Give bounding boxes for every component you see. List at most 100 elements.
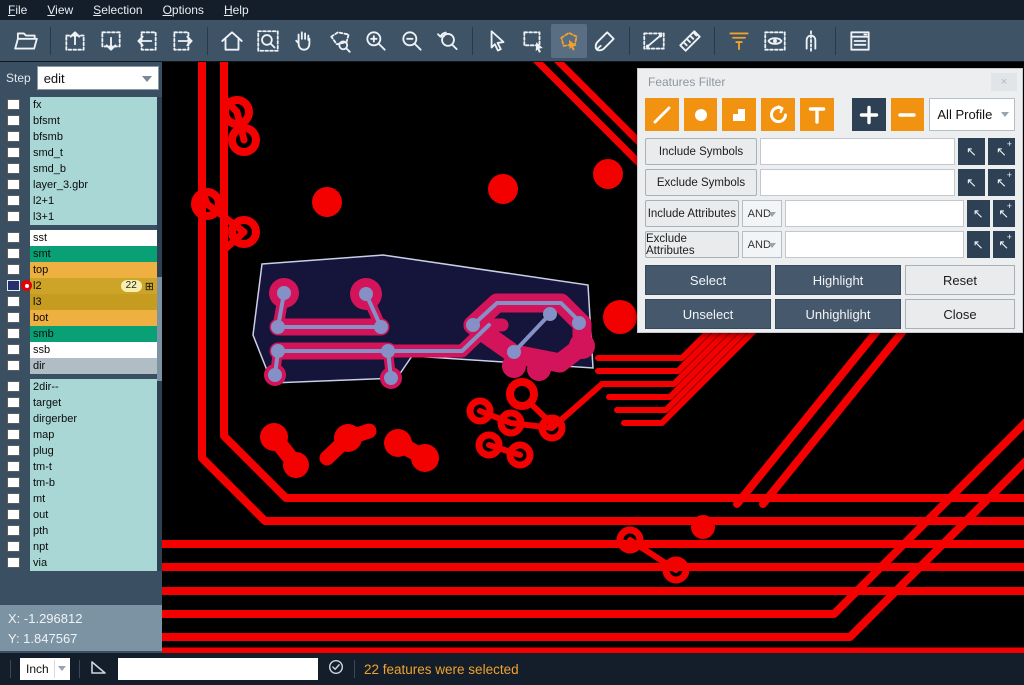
layer-name[interactable]: out — [30, 507, 157, 523]
layer-name[interactable]: l2 22 ⊞ — [30, 278, 157, 294]
layer-checkbox[interactable] — [7, 131, 20, 143]
move-view-down-icon[interactable] — [93, 24, 129, 58]
pick-add-symbol-button[interactable]: ↖+ — [988, 138, 1015, 165]
layer-row[interactable]: top — [0, 262, 162, 278]
exclude-attributes-input[interactable] — [785, 231, 964, 258]
layer-name[interactable]: via — [30, 555, 157, 571]
remove-mode-button[interactable] — [891, 98, 925, 131]
include-attributes-button[interactable]: Include Attributes — [645, 200, 739, 227]
home-view-icon[interactable] — [214, 24, 250, 58]
layer-checkbox[interactable] — [7, 413, 20, 425]
layer-checkbox[interactable] — [7, 115, 20, 127]
layer-list-scrollbar[interactable] — [157, 97, 162, 571]
layer-row[interactable]: smt — [0, 246, 162, 262]
zoom-polygon-icon[interactable] — [322, 24, 358, 58]
layer-name[interactable]: top — [30, 262, 157, 278]
layer-name[interactable]: bot — [30, 310, 157, 326]
layer-name[interactable]: target — [30, 395, 157, 411]
layer-checkbox[interactable] — [7, 344, 20, 356]
pad-feature-button[interactable] — [684, 98, 718, 131]
layer-name[interactable]: l2+1 — [30, 193, 157, 209]
pick-symbol-button[interactable]: ↖ — [958, 138, 985, 165]
line-feature-button[interactable] — [645, 98, 679, 131]
close-icon[interactable]: × — [991, 73, 1017, 91]
pick-attribute-button[interactable]: ↖ — [967, 200, 990, 227]
layer-checkbox[interactable] — [7, 360, 20, 372]
layer-row[interactable]: dirgerber — [0, 411, 162, 427]
measure-line-icon[interactable] — [636, 24, 672, 58]
layer-checkbox[interactable] — [7, 296, 20, 308]
step-select[interactable]: edit — [37, 66, 159, 90]
menu-file[interactable]: File — [8, 3, 27, 17]
layer-checkbox[interactable] — [7, 461, 20, 473]
layer-name[interactable]: layer_3.gbr — [30, 177, 157, 193]
snap-icon[interactable] — [793, 24, 829, 58]
angle-measure-icon[interactable] — [89, 657, 109, 682]
layer-name[interactable]: smd_b — [30, 161, 157, 177]
layer-checkbox[interactable] — [7, 381, 20, 393]
grid-icon[interactable]: ⊞ — [145, 280, 154, 293]
layer-row[interactable]: smd_t — [0, 145, 162, 161]
exclude-symbols-input[interactable] — [760, 169, 955, 196]
pick-add-attribute-button[interactable]: ↖+ — [993, 231, 1016, 258]
layer-checkbox[interactable] — [7, 99, 20, 111]
layer-row[interactable]: layer_3.gbr — [0, 177, 162, 193]
layer-row[interactable]: map — [0, 427, 162, 443]
view-options-icon[interactable] — [757, 24, 793, 58]
layer-checkbox[interactable] — [7, 445, 20, 457]
layer-row[interactable]: 2dir-- — [0, 379, 162, 395]
layer-row-active[interactable]: l2 22 ⊞ — [0, 278, 162, 294]
clear-highlight-icon[interactable] — [587, 24, 623, 58]
zoom-out-icon[interactable] — [394, 24, 430, 58]
pick-add-attribute-button[interactable]: ↖+ — [993, 200, 1016, 227]
layer-checkbox[interactable] — [7, 397, 20, 409]
features-filter-icon[interactable] — [721, 24, 757, 58]
include-attributes-operator-select[interactable]: AND — [742, 200, 782, 227]
layer-row[interactable]: target — [0, 395, 162, 411]
pick-attribute-button[interactable]: ↖ — [967, 231, 990, 258]
exclude-attributes-operator-select[interactable]: AND — [742, 231, 782, 258]
layer-name[interactable]: l3+1 — [30, 209, 157, 225]
layer-row[interactable]: l3 — [0, 294, 162, 310]
layer-name[interactable]: 2dir-- — [30, 379, 157, 395]
units-select[interactable]: Inch — [20, 658, 70, 680]
select-button[interactable]: Select — [645, 265, 771, 295]
move-view-left-icon[interactable] — [129, 24, 165, 58]
layer-row[interactable]: mt — [0, 491, 162, 507]
layer-name[interactable]: bfsmb — [30, 129, 157, 145]
layer-name[interactable]: dir — [30, 358, 157, 374]
layer-name[interactable]: pth — [30, 523, 157, 539]
layer-row[interactable]: ssb — [0, 342, 162, 358]
reset-button[interactable]: Reset — [905, 265, 1015, 295]
surface-feature-button[interactable] — [722, 98, 756, 131]
select-rectangle-icon[interactable] — [515, 24, 551, 58]
layer-checkbox[interactable] — [7, 232, 20, 244]
layer-name[interactable]: plug — [30, 443, 157, 459]
layer-checkbox[interactable] — [7, 264, 20, 276]
layer-row[interactable]: tm-b — [0, 475, 162, 491]
layer-checkbox[interactable] — [7, 179, 20, 191]
pan-hand-icon[interactable] — [286, 24, 322, 58]
layer-checkbox[interactable] — [7, 328, 20, 340]
layer-name[interactable]: fx — [30, 97, 157, 113]
include-attributes-input[interactable] — [785, 200, 964, 227]
pick-add-symbol-button[interactable]: ↖+ — [988, 169, 1015, 196]
layer-name[interactable]: bfsmt — [30, 113, 157, 129]
layer-name[interactable]: tm-t — [30, 459, 157, 475]
menu-view[interactable]: View — [47, 3, 73, 17]
zoom-previous-icon[interactable] — [430, 24, 466, 58]
layer-row[interactable]: bfsmb — [0, 129, 162, 145]
layer-checkbox[interactable] — [7, 477, 20, 489]
layer-row[interactable]: plug — [0, 443, 162, 459]
zoom-area-icon[interactable] — [250, 24, 286, 58]
ruler-icon[interactable] — [672, 24, 708, 58]
layer-checkbox[interactable] — [7, 509, 20, 521]
move-view-up-icon[interactable] — [57, 24, 93, 58]
layer-row[interactable]: smb — [0, 326, 162, 342]
text-feature-button[interactable] — [800, 98, 834, 131]
layer-checkbox[interactable] — [7, 429, 20, 441]
arc-feature-button[interactable] — [761, 98, 795, 131]
move-view-right-icon[interactable] — [165, 24, 201, 58]
layer-row[interactable]: bfsmt — [0, 113, 162, 129]
close-button[interactable]: Close — [905, 299, 1015, 329]
